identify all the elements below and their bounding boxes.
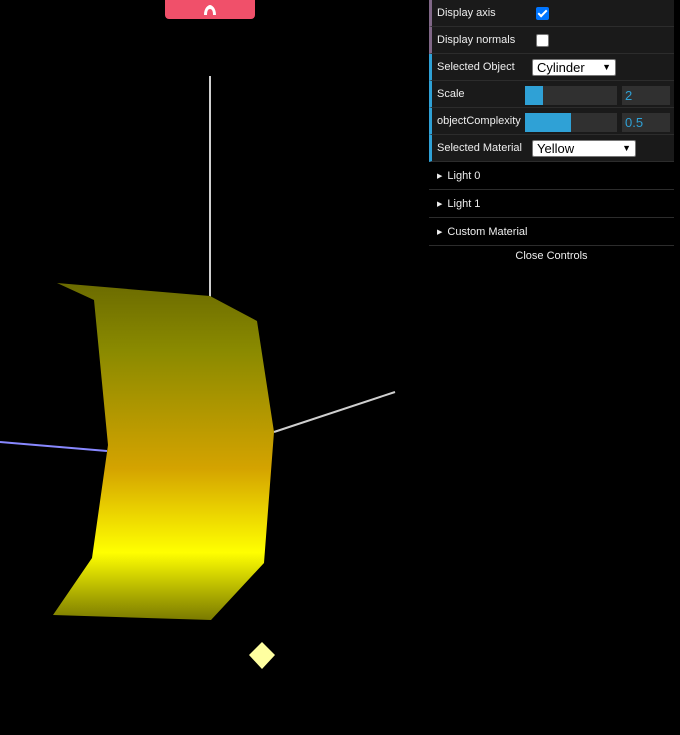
webgl-viewport[interactable]: Display axis Display normals Selected Ob…: [0, 0, 680, 735]
selected-material-row: Selected Material Yellow ▼: [429, 135, 674, 162]
scale-slider[interactable]: [525, 86, 617, 105]
folder-custom-material-label: Custom Material: [447, 225, 528, 238]
stats-icon: [204, 4, 216, 15]
gui-controls-panel: Display axis Display normals Selected Ob…: [429, 0, 674, 266]
display-normals-checkbox[interactable]: [536, 33, 549, 47]
selected-object-select[interactable]: Cylinder ▼: [532, 58, 616, 76]
triangle-right-icon: ▶: [437, 200, 443, 208]
object-complexity-label: objectComplexity: [437, 115, 521, 127]
selected-material-value: Yellow: [537, 140, 575, 156]
folder-light-1-label: Light 1: [447, 197, 481, 210]
display-normals-label: Display normals: [437, 34, 516, 46]
selected-object-value: Cylinder: [537, 59, 585, 75]
chevron-down-icon: ▼: [602, 62, 611, 72]
object-complexity-value-input[interactable]: 0.5: [622, 113, 670, 132]
selected-material-label: Selected Material: [437, 142, 522, 154]
folder-light-0-label: Light 0: [447, 169, 481, 182]
display-normals-row[interactable]: Display normals: [429, 27, 674, 54]
object-complexity-row: objectComplexity 0.5: [429, 108, 674, 135]
object-complexity-slider[interactable]: [525, 113, 617, 132]
scale-row: Scale 2: [429, 81, 674, 108]
close-controls-button[interactable]: Close Controls: [429, 246, 674, 266]
stats-tab[interactable]: [165, 0, 255, 19]
scale-value-input[interactable]: 2: [622, 86, 670, 105]
triangle-right-icon: ▶: [437, 228, 443, 236]
selected-material-select[interactable]: Yellow ▼: [532, 139, 636, 157]
folder-custom-material[interactable]: ▶ Custom Material: [429, 218, 674, 246]
display-axis-label: Display axis: [437, 7, 496, 19]
triangle-right-icon: ▶: [437, 172, 443, 180]
display-axis-row[interactable]: Display axis: [429, 0, 674, 27]
scale-slider-fill: [525, 86, 544, 105]
object-complexity-slider-fill: [525, 113, 571, 132]
x-axis-line: [273, 391, 396, 433]
display-axis-checkbox[interactable]: [536, 6, 549, 20]
folder-light-0[interactable]: ▶ Light 0: [429, 162, 674, 190]
light-marker-icon: [249, 642, 275, 669]
folder-light-1[interactable]: ▶ Light 1: [429, 190, 674, 218]
cylinder-object: [53, 283, 274, 620]
selected-object-row: Selected Object Cylinder ▼: [429, 54, 674, 81]
z-axis-line: [0, 441, 108, 452]
scale-label: Scale: [437, 88, 465, 100]
chevron-down-icon: ▼: [622, 143, 631, 153]
selected-object-label: Selected Object: [437, 61, 515, 73]
